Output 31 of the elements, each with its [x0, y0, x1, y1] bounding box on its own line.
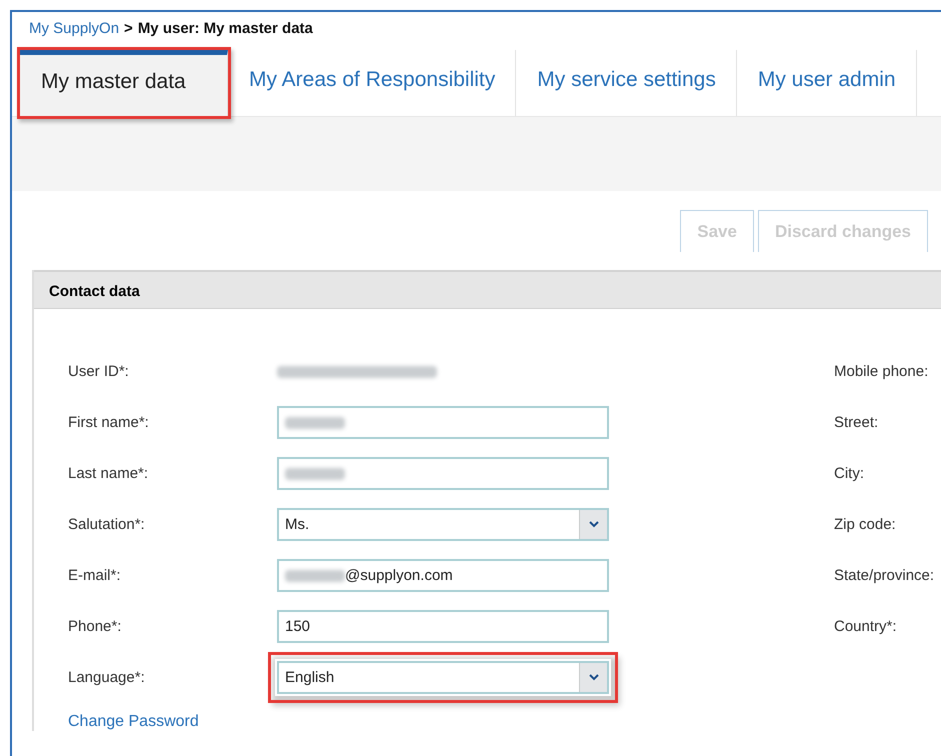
- dropdown-value: English: [285, 669, 336, 686]
- tab[interactable]: My master data: [20, 50, 228, 116]
- field-label: Street:: [834, 413, 880, 433]
- dropdown-value: Ms.: [285, 516, 310, 533]
- input-field[interactable]: [277, 457, 609, 490]
- change-password-link[interactable]: Change Password: [68, 713, 199, 731]
- field-value: @supplyon.com: [345, 567, 453, 584]
- field-label: Language*:: [68, 669, 146, 686]
- field-label: Zip code:: [834, 515, 897, 535]
- field-label: E-mail*:: [68, 567, 122, 584]
- field-label: City:: [834, 464, 865, 484]
- breadcrumb-current: My user: My master data: [138, 20, 313, 37]
- panel-title: Contact data: [34, 270, 941, 309]
- breadcrumb-separator: >: [124, 20, 133, 37]
- field-label: Mobile phone:: [834, 362, 930, 382]
- dropdown-field[interactable]: Ms.: [277, 508, 609, 541]
- field-label: Salutation*:: [68, 516, 146, 533]
- field-label: Phone*:: [68, 618, 122, 635]
- input-field[interactable]: [277, 406, 609, 439]
- input-field[interactable]: 150: [277, 610, 609, 643]
- dropdown-field[interactable]: English: [277, 661, 609, 694]
- input-field[interactable]: @supplyon.com: [277, 559, 609, 592]
- field-label: First name*:: [68, 414, 150, 431]
- field-label: State/province:: [834, 566, 934, 586]
- caret-icon: [579, 663, 607, 692]
- field-label: Last name*:: [68, 465, 150, 482]
- caret-icon: [579, 510, 607, 539]
- field-label: Country*:: [834, 617, 898, 637]
- breadcrumb-link[interactable]: My SupplyOn: [29, 20, 120, 37]
- field-label: User ID*:: [68, 363, 130, 380]
- tab[interactable]: My Areas of Responsibility: [228, 50, 516, 116]
